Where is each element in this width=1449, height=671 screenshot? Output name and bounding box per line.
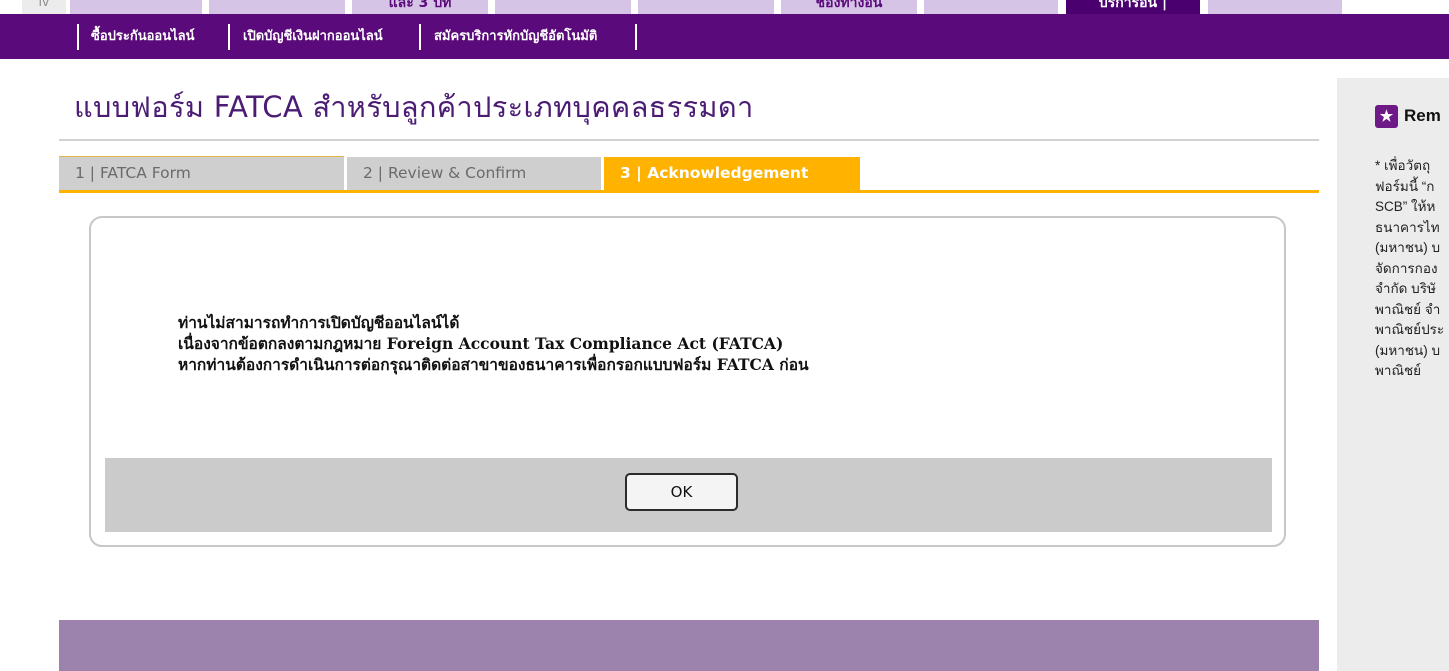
remark-line: (มหาชน) บ (1375, 240, 1441, 255)
remark-line: จัดการกอง (1375, 260, 1438, 276)
nav-buy-insurance-online[interactable]: ซื้อประกันออนไลน์ (91, 14, 195, 59)
top-tab-1[interactable] (70, 0, 202, 14)
nav-auto-debit-service[interactable]: สมัครบริการหักบัญชีอัตโนมัติ (434, 14, 597, 59)
message-line: เนื่องจากข้อตกลงตามกฎหมาย Foreign Accoun… (178, 334, 784, 353)
title-divider (59, 139, 1319, 141)
nav-open-deposit-account-online[interactable]: เปิดบัญชีเงินฝากออนไลน์ (243, 14, 383, 59)
top-tab-0[interactable]: IV (22, 0, 66, 14)
sub-navigation-bar: ซื้อประกันออนไลน์ เปิดบัญชีเงินฝากออนไลน… (0, 14, 1449, 59)
nav-separator (77, 24, 79, 50)
remark-line: SCB” ให้ห (1375, 199, 1436, 214)
star-icon: ★ (1375, 105, 1398, 128)
top-tab-9[interactable] (1208, 0, 1342, 14)
footer-band (59, 620, 1319, 671)
remark-line: (มหาชน) บ (1375, 342, 1441, 358)
ok-button[interactable]: OK (625, 473, 738, 511)
remark-line: ธนาคารไท (1375, 219, 1440, 235)
nav-separator (635, 24, 637, 50)
top-tab-2[interactable] (209, 0, 345, 14)
remark-line: จำกัด บริษั (1375, 281, 1436, 296)
remark-heading-text: Rem (1404, 105, 1441, 125)
error-message: ท่านไม่สามารถทำการเปิดบัญชีออนไลน์ได้ เน… (178, 312, 809, 375)
top-tab-strip: IV และ 3 ปีที่ ช่องทางอื่น บริการอื่น | (0, 0, 1449, 14)
remark-sidebar: ★ Rem * เพื่อวัตถุ ฟอร์มนี้ “ก SCB” ให้ห … (1337, 78, 1449, 671)
nav-separator (419, 24, 421, 50)
top-tab-6[interactable]: ช่องทางอื่น (781, 0, 917, 14)
remark-heading: ★ Rem (1375, 105, 1441, 128)
message-line: หากท่านต้องการดำเนินการต่อกรุณาติดต่อสาข… (178, 355, 809, 374)
step-fatca-form: 1 | FATCA Form (59, 157, 344, 190)
remark-text: * เพื่อวัตถุ ฟอร์มนี้ “ก SCB” ให้ห ธนาคา… (1375, 156, 1449, 382)
message-line: ท่านไม่สามารถทำการเปิดบัญชีออนไลน์ได้ (178, 313, 460, 332)
top-tab-8[interactable]: บริการอื่น | (1066, 0, 1200, 14)
page-title: แบบฟอร์ม FATCA สำหรับลูกค้าประเภทบุคคลธร… (74, 90, 754, 124)
remark-line: ฟอร์มนี้ “ก (1375, 178, 1435, 194)
remark-line: พาณิชย์ จำ (1375, 301, 1441, 317)
nav-separator (228, 24, 230, 50)
top-tab-5[interactable] (638, 0, 774, 14)
remark-line: * เพื่อวัตถุ (1375, 158, 1431, 173)
step-review-confirm: 2 | Review & Confirm (347, 157, 601, 190)
top-tab-3[interactable]: และ 3 ปีที่ (352, 0, 488, 14)
step-underline (59, 190, 1319, 193)
step-acknowledgement: 3 | Acknowledgement (604, 157, 860, 190)
top-tab-7[interactable] (924, 0, 1058, 14)
top-tab-4[interactable] (495, 0, 631, 14)
remark-line: พาณิชย์ประ (1375, 322, 1445, 337)
remark-line: พาณิชย์ (1375, 363, 1422, 378)
